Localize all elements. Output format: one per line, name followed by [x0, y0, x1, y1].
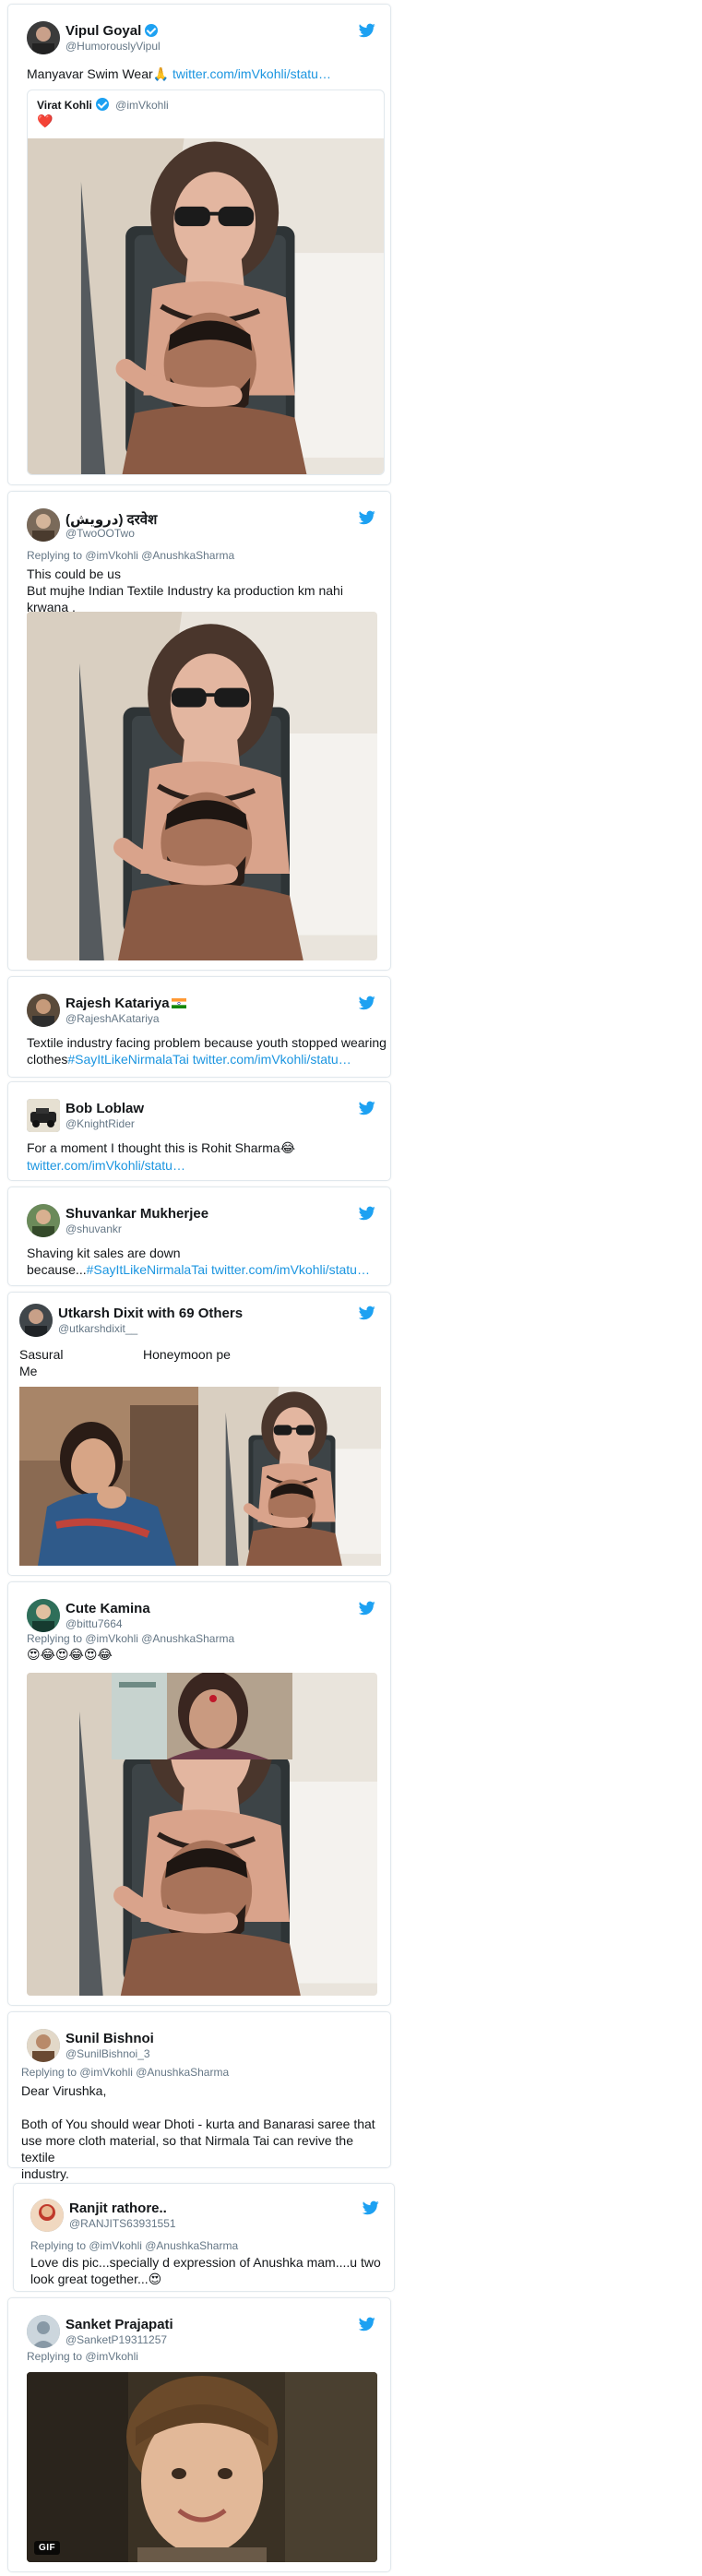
avatar[interactable] [27, 2315, 60, 2348]
tweet-text: This could be us But mujhe Indian Textil… [27, 566, 343, 614]
replying-to[interactable]: Replying to @imVkohli @AnushkaSharma [21, 2066, 229, 2079]
author-name[interactable]: Utkarsh Dixit with 69 Others [58, 1306, 243, 1321]
author-name[interactable]: Sunil Bishnoi [65, 2031, 154, 2046]
twitter-bird-icon[interactable] [359, 1206, 375, 1221]
meme-label: Me [19, 1364, 38, 1378]
twitter-bird-icon[interactable] [359, 1101, 375, 1115]
quoted-author-handle[interactable]: @imVkohli [115, 99, 169, 112]
tweet-link[interactable]: twitter.com/imVkohli/statu… [27, 1157, 387, 1174]
tweet-text: Textile industry facing problem because … [27, 1035, 387, 1067]
meme-photo-left[interactable] [19, 1387, 198, 1566]
author-handle[interactable]: @bittu7664 [65, 1617, 123, 1630]
author-handle[interactable]: @HumorouslyVipul [65, 40, 161, 53]
avatar[interactable] [27, 1204, 60, 1237]
tweet-card[interactable]: Rajesh Katariya @RajeshAKatariya Textile… [7, 976, 391, 1078]
avatar[interactable] [27, 994, 60, 1027]
avatar[interactable] [27, 21, 60, 54]
emoji-row: 😍😂😍😂😍😂 [27, 1648, 113, 1663]
author-handle[interactable]: @utkarshdixit__ [58, 1322, 137, 1335]
tweet-photo[interactable] [28, 138, 384, 474]
author-handle[interactable]: @KnightRider [65, 1117, 135, 1130]
author-name[interactable]: Shuvankar Mukherjee [65, 1206, 208, 1222]
author-handle[interactable]: @shuvankr [65, 1222, 122, 1235]
replying-to[interactable]: Replying to @imVkohli [27, 2350, 138, 2363]
author-name[interactable]: Cute Kamina [65, 1601, 150, 1616]
tweet-card[interactable]: Bob Loblaw @KnightRider For a moment I t… [7, 1081, 391, 1181]
heart-emoji: ❤️ [37, 114, 54, 129]
twitter-bird-icon[interactable] [359, 1306, 375, 1320]
laughing-emoji: 😂 [280, 1141, 296, 1156]
tweet-card[interactable]: (درویش) दरवेश @TwoOOTwo Replying to @imV… [7, 491, 391, 971]
meme-photo-right[interactable] [198, 1387, 381, 1566]
author-handle[interactable]: @RajeshAKatariya [65, 1012, 160, 1025]
author-name[interactable]: (درویش) दरवेश [65, 510, 157, 529]
avatar[interactable] [30, 2199, 64, 2232]
tweet-card[interactable]: Sunil Bishnoi @SunilBishnoi_3 Replying t… [7, 2011, 391, 2181]
tweet-text: Shaving kit sales are down because...#Sa… [27, 1246, 370, 1277]
author-name[interactable]: Ranjit rathore.. [69, 2200, 167, 2216]
twitter-bird-icon[interactable] [363, 2200, 379, 2215]
avatar[interactable] [27, 508, 60, 542]
india-flag-icon [171, 998, 186, 1008]
twitter-bird-icon[interactable] [359, 996, 375, 1010]
tweet-link[interactable]: twitter.com/imVkohli/statu… [211, 1262, 370, 1277]
avatar[interactable] [27, 2029, 60, 2062]
tweet-text: Dear Virushka, Both of You should wear D… [21, 2083, 375, 2181]
quoted-author-name[interactable]: Virat Kohli [37, 99, 92, 112]
tweet-card[interactable]: Shuvankar Mukherjee @shuvankr Shaving ki… [7, 1187, 391, 1286]
verified-badge-icon [145, 24, 159, 37]
gif-badge: GIF [34, 2541, 61, 2555]
twitter-bird-icon[interactable] [359, 23, 375, 38]
twitter-bird-icon[interactable] [359, 1601, 375, 1616]
twitter-bird-icon[interactable] [359, 510, 375, 525]
author-handle[interactable]: @TwoOOTwo [65, 527, 135, 540]
author-name[interactable]: Rajesh Katariya [65, 996, 186, 1011]
author-name[interactable]: Sanket Prajapati [65, 2317, 173, 2332]
tweet-link[interactable]: twitter.com/imVkohli/statu… [193, 1052, 351, 1067]
replying-to[interactable]: Replying to @imVkohli @AnushkaSharma [27, 1632, 234, 1645]
tweet-gif[interactable]: GIF [27, 2372, 377, 2562]
author-name[interactable]: Bob Loblaw [65, 1101, 144, 1116]
heart-eyes-emoji: 😍 [148, 2272, 162, 2287]
meme-label: Honeymoon pe [143, 1347, 231, 1362]
author-handle[interactable]: @RANJITS63931551 [69, 2217, 176, 2230]
quoted-tweet[interactable]: Virat Kohli @imVkohli ❤️ [27, 89, 385, 475]
tweet-card[interactable]: Cute Kamina @bittu7664 Replying to @imVk… [7, 1581, 391, 2006]
face-overlay-photo [112, 1673, 292, 1759]
avatar[interactable] [27, 1599, 60, 1632]
replying-to[interactable]: Replying to @imVkohli @AnushkaSharma [30, 2239, 238, 2252]
author-handle[interactable]: @SanketP19311257 [65, 2333, 167, 2346]
tweet-link[interactable]: twitter.com/imVkohli/statu… [173, 66, 331, 81]
avatar[interactable] [19, 1304, 53, 1337]
tweet-card[interactable]: Utkarsh Dixit with 69 Others @utkarshdix… [7, 1292, 391, 1576]
tweet-text: Love dis pic...specially d expression of… [30, 2255, 381, 2287]
tweet-text: For a moment I thought this is Rohit Sha… [27, 1139, 387, 1174]
tweet-card[interactable]: Ranjit rathore.. @RANJITS63931551 Replyi… [13, 2183, 395, 2292]
hashtag-link[interactable]: #SayItLikeNirmalaTai [87, 1262, 208, 1277]
tweet-text: Manyavar Swim Wear🙏 twitter.com/imVkohli… [27, 66, 331, 82]
tweet-card[interactable]: Sanket Prajapati @SanketP19311257 Replyi… [7, 2297, 391, 2572]
verified-badge-icon [95, 98, 109, 111]
author-handle[interactable]: @SunilBishnoi_3 [65, 2047, 150, 2060]
folded-hands-emoji: 🙏 [152, 67, 170, 82]
tweet-card[interactable]: Vipul Goyal @HumorouslyVipul Manyavar Sw… [7, 4, 391, 485]
meme-label: Sasural [19, 1347, 64, 1362]
author-name[interactable]: Vipul Goyal [65, 23, 159, 39]
tweet-photo[interactable] [27, 612, 377, 960]
avatar[interactable] [27, 1099, 60, 1132]
replying-to[interactable]: Replying to @imVkohli @AnushkaSharma [27, 549, 234, 562]
twitter-bird-icon[interactable] [359, 2317, 375, 2332]
hashtag-link[interactable]: #SayItLikeNirmalaTai [67, 1052, 189, 1067]
